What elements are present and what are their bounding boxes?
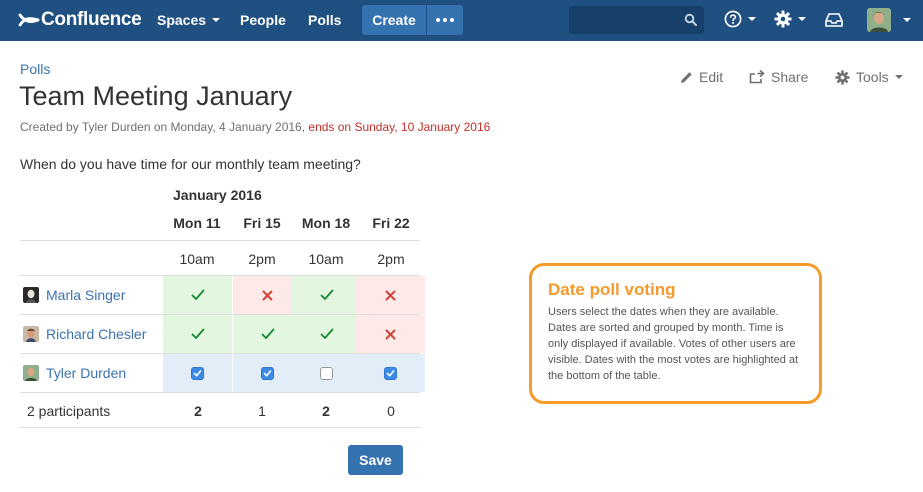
row-divider bbox=[20, 427, 420, 428]
time-header: 10am bbox=[179, 251, 215, 267]
top-navigation-bar: Confluence Spaces People Polls Create bbox=[0, 0, 923, 41]
help-icon bbox=[724, 10, 742, 28]
nav-polls-label: Polls bbox=[308, 12, 342, 28]
checkmark-icon bbox=[263, 369, 272, 376]
vote-yes-cell bbox=[163, 276, 232, 314]
gear-icon bbox=[774, 10, 792, 28]
chevron-down-icon bbox=[903, 18, 911, 22]
check-icon bbox=[261, 328, 274, 339]
more-create-options-button[interactable] bbox=[427, 5, 463, 35]
check-icon bbox=[320, 328, 333, 339]
cross-icon bbox=[385, 290, 396, 300]
vote-no-cell bbox=[356, 276, 425, 314]
notifications-button[interactable] bbox=[825, 12, 843, 28]
date-header: Fri 15 bbox=[243, 215, 281, 231]
avatar bbox=[23, 287, 39, 303]
nav-people[interactable]: People bbox=[240, 12, 286, 28]
checkmark-icon bbox=[386, 369, 395, 376]
time-header: 10am bbox=[308, 251, 344, 267]
vote-count: 2 bbox=[194, 403, 202, 419]
tools-label: Tools bbox=[856, 69, 889, 85]
vote-checkbox-cell bbox=[292, 354, 361, 392]
page-title: Team Meeting January bbox=[19, 81, 293, 111]
check-icon bbox=[320, 289, 333, 300]
vote-yes-cell bbox=[163, 315, 232, 353]
avatar bbox=[23, 326, 39, 342]
cross-icon bbox=[385, 329, 396, 339]
poll-question: When do you have time for our monthly te… bbox=[20, 156, 361, 172]
vote-checkbox[interactable] bbox=[384, 366, 397, 380]
row-divider bbox=[20, 392, 420, 393]
inbox-icon bbox=[825, 13, 843, 27]
callout-title: Date poll voting bbox=[548, 280, 676, 299]
confluence-logo-icon bbox=[18, 13, 40, 27]
vote-checkbox[interactable] bbox=[191, 366, 204, 380]
save-button[interactable]: Save bbox=[348, 445, 403, 475]
avatar bbox=[23, 365, 39, 381]
share-icon bbox=[749, 70, 765, 84]
time-header: 2pm bbox=[377, 251, 405, 267]
share-button[interactable]: Share bbox=[749, 69, 808, 85]
edit-button[interactable]: Edit bbox=[680, 69, 723, 85]
gear-icon bbox=[835, 69, 850, 85]
user-avatar-image bbox=[867, 8, 891, 32]
vote-yes-cell bbox=[292, 315, 361, 353]
participants-count: 2 participants bbox=[27, 403, 111, 419]
vote-yes-cell bbox=[292, 276, 361, 314]
cross-icon bbox=[262, 290, 273, 300]
breadcrumb-polls[interactable]: Polls bbox=[20, 61, 50, 77]
poll-month-header: January 2016 bbox=[173, 187, 262, 203]
create-button[interactable]: Create bbox=[362, 5, 426, 35]
pencil-icon bbox=[681, 71, 692, 83]
dot-icon bbox=[443, 18, 447, 22]
check-icon bbox=[191, 328, 204, 339]
participant-name[interactable]: Marla Singer bbox=[46, 287, 125, 303]
byline-created: Created by Tyler Durden on Monday, 4 Jan… bbox=[20, 120, 306, 134]
vote-count: 0 bbox=[387, 403, 395, 419]
row-divider bbox=[20, 240, 420, 241]
chevron-down-icon bbox=[894, 75, 903, 79]
vote-count: 2 bbox=[322, 403, 330, 419]
participant-row-label: Richard Chesler bbox=[20, 315, 146, 353]
nav-people-label: People bbox=[240, 12, 286, 28]
vote-count: 1 bbox=[258, 403, 266, 419]
vote-checkbox-cell bbox=[163, 354, 232, 392]
dot-icon bbox=[450, 18, 454, 22]
vote-checkbox[interactable] bbox=[320, 366, 333, 380]
checkmark-icon bbox=[193, 369, 202, 376]
share-label: Share bbox=[771, 69, 809, 85]
check-icon bbox=[191, 289, 204, 300]
edit-label: Edit bbox=[699, 69, 724, 85]
nav-spaces[interactable]: Spaces bbox=[157, 12, 221, 28]
page-byline: Created by Tyler Durden on Monday, 4 Jan… bbox=[20, 120, 490, 134]
vote-no-cell bbox=[356, 315, 425, 353]
participant-row-label: Tyler Durden bbox=[20, 354, 126, 392]
chevron-down-icon bbox=[798, 17, 806, 21]
tools-menu[interactable]: Tools bbox=[835, 69, 903, 85]
vote-checkbox-cell bbox=[356, 354, 425, 392]
participant-name[interactable]: Tyler Durden bbox=[46, 365, 126, 381]
time-header: 2pm bbox=[248, 251, 276, 267]
user-avatar[interactable] bbox=[867, 8, 891, 32]
logo-text: Confluence bbox=[41, 9, 142, 30]
info-callout: Date poll voting Users select the dates … bbox=[529, 263, 822, 404]
search-icon[interactable] bbox=[684, 13, 698, 27]
settings-menu[interactable] bbox=[774, 10, 806, 28]
nav-spaces-label: Spaces bbox=[157, 12, 207, 28]
help-menu[interactable] bbox=[724, 10, 756, 28]
callout-body: Users select the dates when they are ava… bbox=[548, 306, 799, 382]
participant-name[interactable]: Richard Chesler bbox=[46, 326, 146, 342]
chevron-down-icon bbox=[212, 18, 221, 22]
dot-icon bbox=[436, 18, 440, 22]
vote-checkbox[interactable] bbox=[261, 366, 274, 380]
chevron-down-icon bbox=[748, 17, 756, 21]
nav-polls[interactable]: Polls bbox=[308, 12, 341, 28]
date-header: Fri 22 bbox=[372, 215, 410, 231]
participant-row-label: Marla Singer bbox=[20, 276, 125, 314]
date-header: Mon 11 bbox=[173, 215, 221, 231]
byline-ends: ends on Sunday, 10 January 2016 bbox=[308, 120, 491, 134]
date-header: Mon 18 bbox=[301, 215, 351, 231]
confluence-logo[interactable]: Confluence bbox=[18, 9, 142, 31]
